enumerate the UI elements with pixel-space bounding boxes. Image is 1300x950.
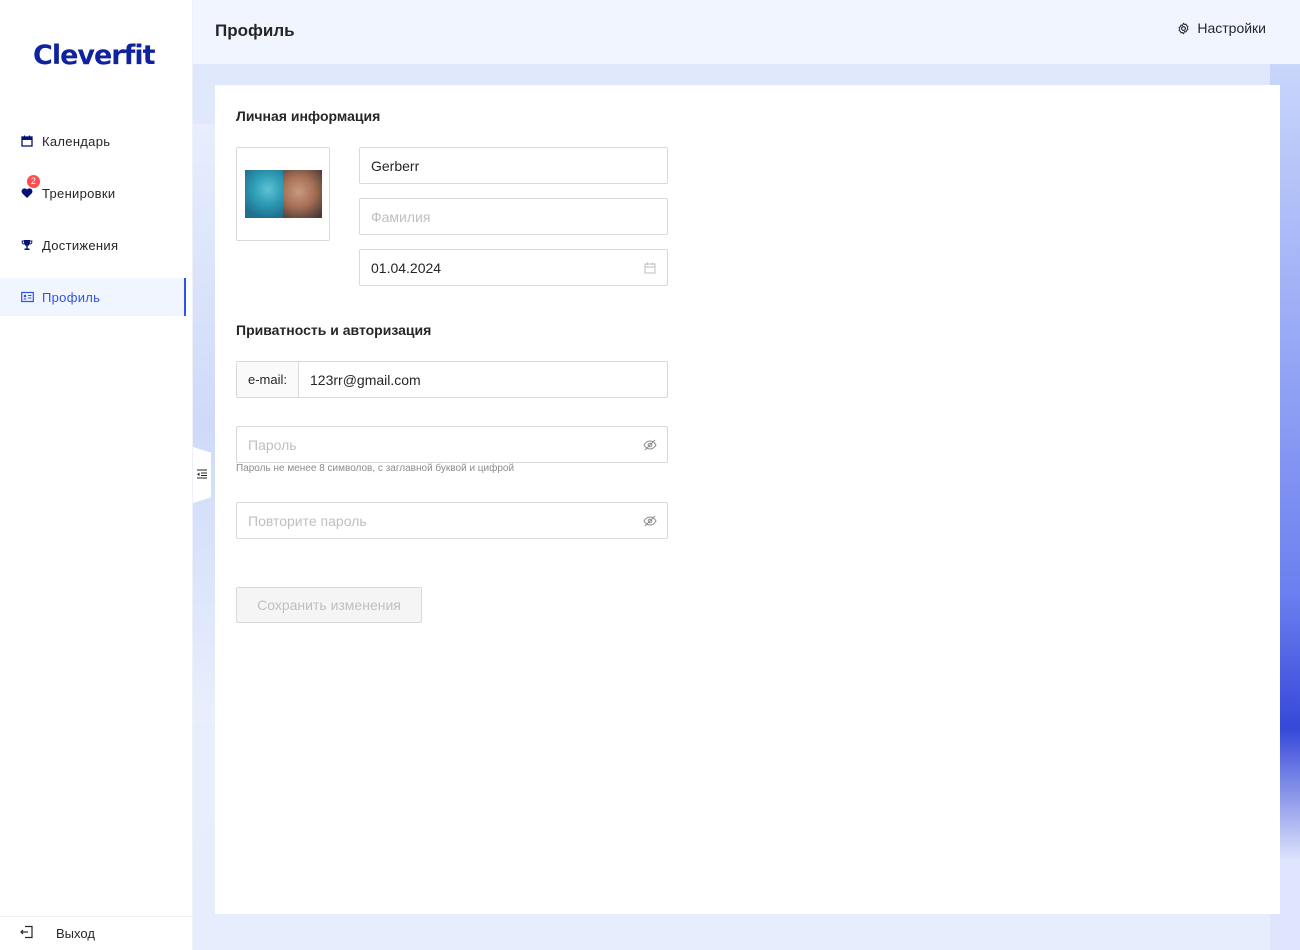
sidebar: Cleverfit Календарь 2 Тренировки Достиже… (0, 0, 193, 950)
trophy-icon (20, 238, 34, 252)
email-value: 123rr@gmail.com (310, 371, 421, 388)
email-field[interactable]: e-mail: 123rr@gmail.com (236, 361, 668, 398)
password-placeholder: Пароль (248, 436, 297, 453)
password-repeat-field[interactable]: Повторите пароль (236, 502, 668, 539)
eye-invisible-icon[interactable] (633, 439, 667, 451)
idcard-icon (20, 290, 34, 304)
sidebar-item-achievements[interactable]: Достижения (0, 226, 186, 264)
sidebar-item-label: Календарь (42, 133, 111, 149)
avatar-upload[interactable] (236, 147, 330, 241)
sidebar-item-calendar[interactable]: Календарь (0, 122, 186, 160)
email-addon: e-mail: (237, 362, 300, 397)
password-hint: Пароль не менее 8 символов, с заглавной … (236, 463, 515, 474)
sidebar-item-label: Профиль (42, 289, 101, 305)
sidebar-nav: Календарь 2 Тренировки Достижения Профил… (0, 122, 186, 330)
sidebar-item-profile[interactable]: Профиль (0, 278, 186, 316)
password-field[interactable]: Пароль (236, 426, 668, 463)
last-name-placeholder: Фамилия (371, 208, 431, 225)
calendar-icon (20, 134, 34, 148)
section-title-privacy: Приватность и авторизация (236, 322, 432, 338)
section-title-personal: Личная информация (236, 108, 381, 124)
logout-button[interactable]: Выход (0, 916, 193, 950)
page-title: Профиль (215, 21, 295, 40)
page-header: Профиль Настройки (193, 0, 1300, 64)
logo[interactable]: Cleverfit (33, 40, 156, 71)
background-decoration (193, 124, 217, 724)
birthday-value: 01.04.2024 (371, 259, 442, 276)
first-name-value: Gerberr (371, 157, 420, 174)
sidebar-collapse-button[interactable] (193, 447, 211, 503)
sidebar-item-workouts[interactable]: 2 Тренировки (0, 174, 186, 212)
last-name-field[interactable]: Фамилия (359, 198, 668, 235)
menu-fold-icon (196, 466, 208, 484)
settings-button[interactable]: Настройки (1177, 20, 1266, 36)
sidebar-item-label: Тренировки (42, 185, 116, 201)
eye-invisible-icon[interactable] (633, 515, 667, 527)
heart-icon (20, 186, 34, 200)
password-repeat-placeholder: Повторите пароль (248, 512, 367, 529)
calendar-icon[interactable] (633, 262, 667, 274)
profile-card: Личная информация Gerberr Фамилия 01.04.… (215, 85, 1280, 914)
logout-icon (20, 925, 34, 942)
birthday-picker[interactable]: 01.04.2024 (359, 249, 668, 286)
gear-icon (1177, 22, 1190, 35)
first-name-field[interactable]: Gerberr (359, 147, 668, 184)
avatar (244, 170, 322, 218)
save-button[interactable]: Сохранить изменения (236, 587, 422, 623)
logout-label: Выход (56, 926, 95, 941)
settings-label: Настройки (1197, 20, 1266, 36)
notification-badge: 2 (27, 175, 40, 188)
sidebar-item-label: Достижения (42, 237, 119, 253)
